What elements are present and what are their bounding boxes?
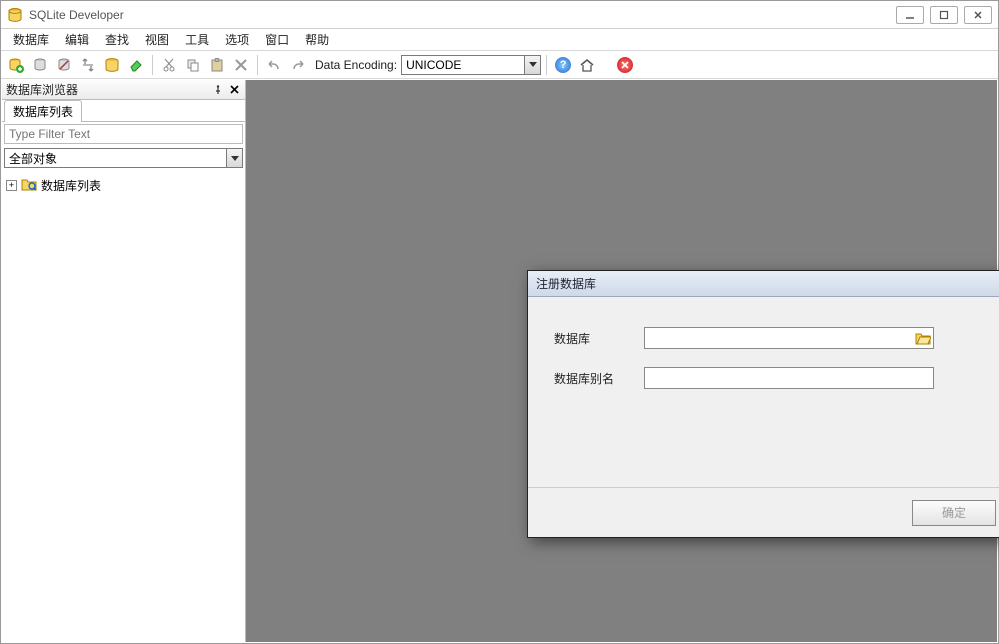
encoding-value: UNICODE [406,58,461,72]
ok-button[interactable]: 确定 [912,500,996,526]
panel-tabs: 数据库列表 [2,100,245,122]
toolbar: Data Encoding: UNICODE ? [1,51,998,79]
menubar: 数据库 编辑 查找 视图 工具 选项 窗口 帮助 [1,29,998,51]
copy-icon[interactable] [182,54,204,76]
database-input[interactable] [644,327,934,349]
menu-help[interactable]: 帮助 [297,29,337,50]
home-icon[interactable] [576,54,598,76]
menu-view[interactable]: 视图 [137,29,177,50]
register-db-dialog: 注册数据库 数据库 [527,270,999,538]
panel-close-icon[interactable] [227,83,241,97]
filter-input[interactable] [4,124,243,144]
chevron-down-icon [524,56,540,74]
object-scope-select[interactable]: 全部对象 [4,148,243,168]
folder-search-icon [21,176,37,195]
encoding-select[interactable]: UNICODE [401,55,541,75]
db-browser-panel: 数据库浏览器 数据库列表 全部对象 + [2,80,246,642]
label-alias: 数据库别名 [554,370,644,387]
menu-window[interactable]: 窗口 [257,29,297,50]
object-scope-value: 全部对象 [9,150,57,167]
menu-search[interactable]: 查找 [97,29,137,50]
close-db-icon[interactable] [53,54,75,76]
minimize-button[interactable] [896,6,924,24]
panel-header: 数据库浏览器 [2,80,245,100]
workspace: 注册数据库 数据库 [246,80,997,642]
sql-editor-icon[interactable] [101,54,123,76]
window-controls [896,6,992,24]
database-input-wrap [644,327,934,349]
open-db-icon[interactable] [29,54,51,76]
maximize-button[interactable] [930,6,958,24]
dialog-body: 数据库 数据库别名 [528,297,999,487]
toolbar-separator [546,55,547,75]
panel-title: 数据库浏览器 [6,81,209,98]
toolbar-separator [152,55,153,75]
eraser-icon[interactable] [125,54,147,76]
tree-root-row[interactable]: + 数据库列表 [6,174,241,197]
redo-icon[interactable] [287,54,309,76]
row-alias: 数据库别名 [554,367,999,389]
tab-db-list[interactable]: 数据库列表 [4,100,82,122]
content-area: 数据库浏览器 数据库列表 全部对象 + [2,80,997,642]
browse-file-icon[interactable] [914,329,932,347]
chevron-down-icon [226,149,242,167]
alias-input-wrap [644,367,934,389]
encoding-label: Data Encoding: [315,58,397,72]
register-db-icon[interactable] [5,54,27,76]
tree-root-label: 数据库列表 [41,177,101,194]
menu-tools[interactable]: 工具 [177,29,217,50]
menu-edit[interactable]: 编辑 [57,29,97,50]
toolbar-separator [257,55,258,75]
window-title: SQLite Developer [29,8,124,22]
delete-icon[interactable] [230,54,252,76]
menu-database[interactable]: 数据库 [5,29,57,50]
paste-icon[interactable] [206,54,228,76]
pin-icon[interactable] [211,83,225,97]
cut-icon[interactable] [158,54,180,76]
db-tree: + 数据库列表 [2,170,245,642]
main-window: SQLite Developer 数据库 编辑 查找 视图 工具 选项 窗口 帮… [0,0,999,644]
app-icon [7,7,23,23]
refresh-icon[interactable] [77,54,99,76]
dialog-titlebar[interactable]: 注册数据库 [528,271,999,297]
dialog-footer: 确定 取消 [528,487,999,537]
alias-input[interactable] [644,367,934,389]
help-icon[interactable]: ? [552,54,574,76]
spacer [554,407,999,477]
titlebar: SQLite Developer [1,1,998,29]
stop-icon[interactable] [614,54,636,76]
undo-icon[interactable] [263,54,285,76]
tree-expander-icon[interactable]: + [6,180,17,191]
menu-options[interactable]: 选项 [217,29,257,50]
close-button[interactable] [964,6,992,24]
label-database: 数据库 [554,330,644,347]
row-database: 数据库 [554,327,999,349]
dialog-title: 注册数据库 [536,275,999,292]
